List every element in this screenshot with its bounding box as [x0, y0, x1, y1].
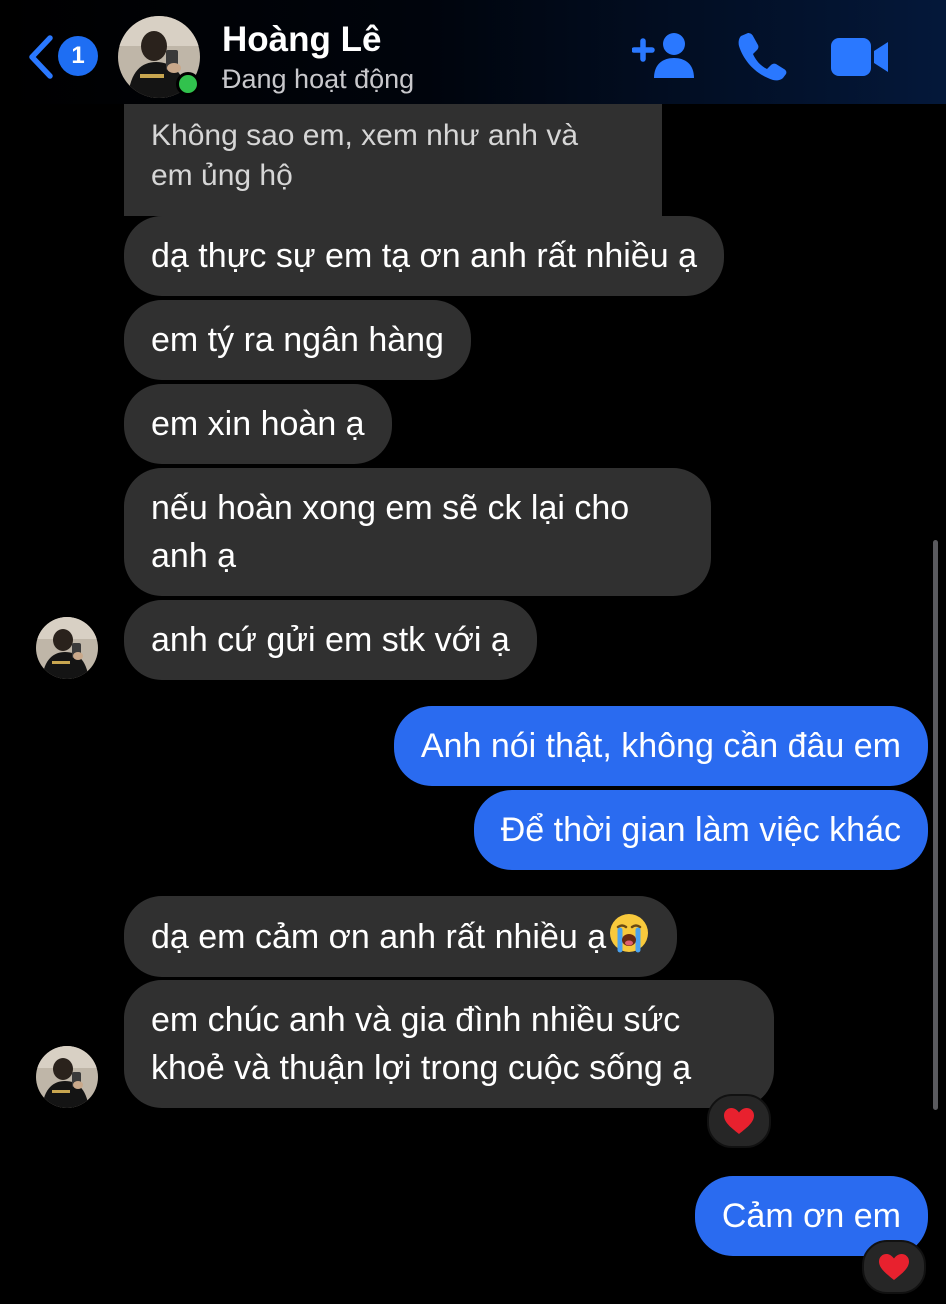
message-text: Để thời gian làm việc khác: [500, 811, 901, 849]
back-button[interactable]: 1: [26, 30, 102, 82]
message-bubble-outgoing[interactable]: Để thời gian làm việc khác: [473, 790, 928, 870]
message-reaction[interactable]: [862, 1240, 926, 1294]
contact-avatar-small[interactable]: [36, 617, 98, 679]
contact-name[interactable]: Hoàng Lê: [222, 20, 381, 60]
chat-screen: 1 Hoàng Lê Đang hoạt động Không sao em, …: [0, 0, 946, 1304]
video-camera-icon[interactable]: [830, 36, 890, 78]
scrollbar[interactable]: [933, 540, 938, 1110]
contact-status: Đang hoạt động: [222, 64, 415, 94]
message-bubble-incoming[interactable]: em tý ra ngân hàng: [124, 300, 471, 380]
message-text: Không sao em, xem như anh và em ủng hộ: [151, 119, 579, 192]
red-heart-icon: [724, 1108, 754, 1134]
unread-count-badge: 1: [58, 36, 98, 76]
message-text: em chúc anh và gia đình nhiều sức: [151, 1001, 681, 1039]
message-text: Anh nói thật, không cần đâu em: [420, 727, 901, 765]
message-bubble-incoming[interactable]: nếu hoàn xong em sẽ ck lại cho anh ạ: [124, 468, 711, 596]
contact-avatar-small[interactable]: [36, 1046, 98, 1108]
message-bubble-outgoing[interactable]: Anh nói thật, không cần đâu em: [393, 706, 928, 786]
chat-header: 1 Hoàng Lê Đang hoạt động: [0, 0, 946, 104]
message-bubble-incoming[interactable]: Không sao em, xem như anh và em ủng hộ: [124, 104, 662, 216]
message-bubble-incoming[interactable]: anh cứ gửi em stk với ạ: [124, 600, 537, 680]
online-status-dot: [176, 72, 200, 96]
message-text: nếu hoàn xong em sẽ ck lại cho: [151, 489, 630, 527]
loudly-crying-face-icon: [610, 914, 649, 953]
message-bubble-incoming[interactable]: em chúc anh và gia đình nhiều sức khoẻ v…: [124, 980, 774, 1108]
message-bubble-incoming[interactable]: dạ em cảm ơn anh rất nhiều ạ: [124, 896, 678, 977]
message-text: Cảm ơn em: [721, 1197, 901, 1235]
message-text: dạ thực sự em tạ ơn anh rất nhiều ạ: [151, 237, 698, 275]
phone-icon[interactable]: [736, 30, 788, 82]
chevron-left-icon: [29, 35, 53, 79]
message-text: anh cứ gửi em stk với ạ: [151, 621, 510, 659]
message-reaction[interactable]: [707, 1094, 771, 1148]
message-bubble-incoming[interactable]: dạ thực sự em tạ ơn anh rất nhiều ạ: [124, 216, 725, 296]
message-text: dạ em cảm ơn anh rất nhiều ạ: [151, 918, 607, 956]
contact-avatar[interactable]: [118, 16, 200, 98]
message-bubble-incoming[interactable]: em xin hoàn ạ: [124, 384, 392, 464]
red-heart-icon: [879, 1254, 909, 1280]
add-person-icon[interactable]: [632, 32, 696, 80]
message-text: em xin hoàn ạ: [151, 405, 365, 443]
message-text: anh ạ: [151, 537, 237, 575]
message-text: em tý ra ngân hàng: [151, 321, 444, 359]
message-text: khoẻ và thuận lợi trong cuộc sống ạ: [151, 1049, 692, 1087]
